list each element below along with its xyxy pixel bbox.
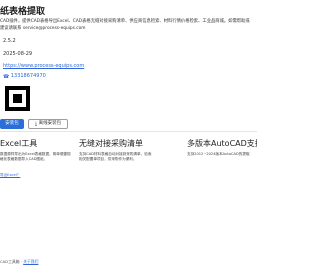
phone-number: 13318674970 [10, 73, 46, 79]
divider [0, 131, 257, 132]
page-title: 纸表格提取 [0, 7, 46, 17]
feature-excel-tools: Excel工具 数据源样导出为Excel表格数据，简单便捷规格化表格数据导入CA… [0, 138, 74, 178]
download-icon: ⤓ [34, 121, 38, 127]
footer-prefix: CAD工具箱 · [0, 259, 24, 264]
feature-description: 数据源样导出为Excel表格数据，简单便捷规格化表格数据导入CAD图纸。 [0, 152, 71, 162]
plugin-description: CAD插件，提供CAD表格导出Excel、CAD表格无缝对接采购清单、供应商信息… [0, 19, 250, 32]
phone-row[interactable]: ☎ 13318674970 [3, 73, 46, 80]
qr-code [5, 86, 30, 111]
feature-title: Excel工具 [0, 139, 38, 148]
feature-title: 多版本AutoCAD支持 [187, 139, 257, 148]
offline-install-label: 离线安装包 [38, 121, 62, 126]
feature-description: 支持CAD材料表格自动对接到采购清单，检索相关配置单项目，供采购作为便利。 [79, 152, 152, 162]
hero-section: 纸表格提取 CAD插件，提供CAD表格导出Excel、CAD表格无缝对接采购清单… [0, 0, 257, 134]
features-section: Excel工具 数据源样导出为Excel表格数据，简单便捷规格化表格数据导入CA… [0, 138, 257, 188]
feature-description: 支持2012~2024版本AutoCAD的提取 [187, 152, 250, 156]
version-text: 2.5.2 [3, 38, 16, 44]
phone-icon: ☎ [3, 74, 10, 80]
website-link[interactable]: https://www.process-equips.com [3, 63, 84, 69]
install-package-label: 安装包 [5, 121, 19, 126]
install-package-button[interactable]: 安装包 [0, 119, 24, 129]
feature-autocad-support: 多版本AutoCAD支持 支持2012~2024版本AutoCAD的提取 [187, 138, 257, 157]
feature-title: 无缝对接采购清单 [79, 139, 143, 148]
release-date: 2025-08-29 [3, 51, 33, 57]
feature-purchase-list: 无缝对接采购清单 支持CAD材料表格自动对接到采购清单，检索相关配置单项目，供采… [79, 138, 153, 163]
page-footer: CAD工具箱 · 关于我们 [0, 259, 38, 265]
feature-link[interactable]: 导出Excel？ [0, 173, 74, 178]
offline-install-button[interactable]: ⤓ 离线安装包 [28, 119, 68, 129]
app-page: 纸表格提取 CAD插件，提供CAD表格导出Excel、CAD表格无缝对接采购清单… [0, 0, 257, 270]
about-us-link[interactable]: 关于我们 [23, 259, 38, 264]
